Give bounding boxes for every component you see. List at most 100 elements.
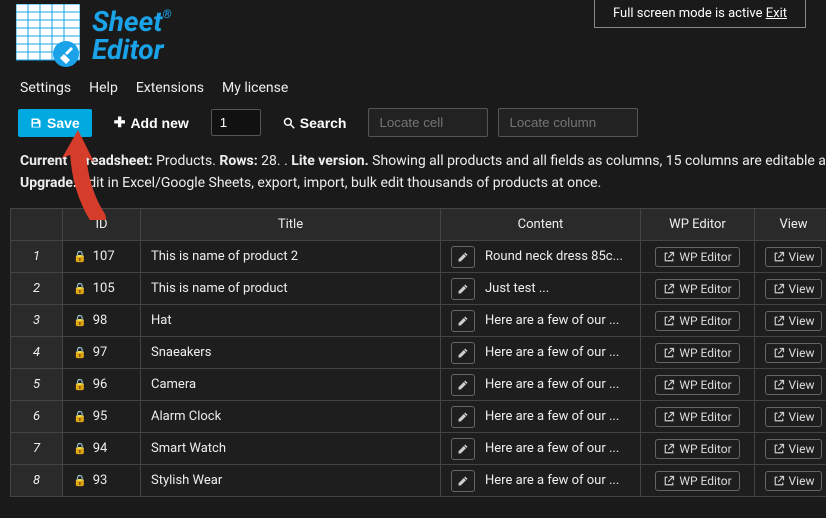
edit-content-button[interactable] bbox=[451, 406, 475, 428]
cell-wp-editor: WP Editor bbox=[641, 465, 755, 497]
edit-content-button[interactable] bbox=[451, 470, 475, 492]
menu-settings[interactable]: Settings bbox=[20, 80, 71, 96]
wp-editor-button[interactable]: WP Editor bbox=[655, 471, 739, 491]
cell-content[interactable]: Here are a few of our ... bbox=[441, 337, 641, 369]
cell-title[interactable]: Camera bbox=[141, 369, 441, 401]
wp-editor-button[interactable]: WP Editor bbox=[655, 439, 739, 459]
cell-content[interactable]: Here are a few of our ... bbox=[441, 401, 641, 433]
cell-id[interactable]: 🔒93 bbox=[63, 465, 141, 497]
save-button[interactable]: Save bbox=[18, 109, 92, 137]
col-content[interactable]: Content bbox=[441, 209, 641, 241]
row-number[interactable]: 5 bbox=[11, 369, 63, 401]
col-wp-editor[interactable]: WP Editor bbox=[641, 209, 755, 241]
cell-title[interactable]: Snaeakers bbox=[141, 337, 441, 369]
cell-view: View bbox=[755, 369, 826, 401]
locate-cell-input[interactable] bbox=[368, 108, 488, 137]
cell-id[interactable]: 🔒107 bbox=[63, 241, 141, 273]
cell-id[interactable]: 🔒94 bbox=[63, 433, 141, 465]
add-count-input[interactable] bbox=[211, 109, 261, 136]
add-new-button[interactable]: ✚ Add new bbox=[102, 108, 201, 137]
view-button[interactable]: View bbox=[765, 407, 823, 427]
table-row: 7🔒94Smart WatchHere are a few of our ...… bbox=[11, 433, 826, 465]
row-number[interactable]: 4 bbox=[11, 337, 63, 369]
search-icon bbox=[283, 117, 295, 129]
lock-icon: 🔒 bbox=[73, 474, 87, 487]
row-number[interactable]: 3 bbox=[11, 305, 63, 337]
corner-cell bbox=[11, 209, 63, 241]
wp-editor-button[interactable]: WP Editor bbox=[655, 279, 739, 299]
col-id[interactable]: ID bbox=[63, 209, 141, 241]
row-number[interactable]: 1 bbox=[11, 241, 63, 273]
edit-content-button[interactable] bbox=[451, 342, 475, 364]
view-button[interactable]: View bbox=[765, 439, 823, 459]
cell-title[interactable]: Smart Watch bbox=[141, 433, 441, 465]
cell-view: View bbox=[755, 465, 826, 497]
view-button[interactable]: View bbox=[765, 279, 823, 299]
table-row: 8🔒93Stylish WearHere are a few of our ..… bbox=[11, 465, 826, 497]
menu-bar: Settings Help Extensions My license bbox=[0, 74, 826, 104]
table-row: 1🔒107This is name of product 2Round neck… bbox=[11, 241, 826, 273]
menu-license[interactable]: My license bbox=[222, 80, 288, 96]
lock-icon: 🔒 bbox=[73, 250, 87, 263]
wp-editor-button[interactable]: WP Editor bbox=[655, 343, 739, 363]
lock-icon: 🔒 bbox=[73, 282, 87, 295]
col-view[interactable]: View bbox=[755, 209, 826, 241]
cell-content[interactable]: Here are a few of our ... bbox=[441, 465, 641, 497]
cell-content[interactable]: Here are a few of our ... bbox=[441, 369, 641, 401]
exit-fullscreen-link[interactable]: Exit bbox=[766, 6, 787, 21]
col-title[interactable]: Title bbox=[141, 209, 441, 241]
edit-content-button[interactable] bbox=[451, 374, 475, 396]
wp-editor-button[interactable]: WP Editor bbox=[655, 407, 739, 427]
lock-icon: 🔒 bbox=[73, 378, 87, 391]
cell-wp-editor: WP Editor bbox=[641, 241, 755, 273]
row-number[interactable]: 8 bbox=[11, 465, 63, 497]
lock-icon: 🔒 bbox=[73, 410, 87, 423]
plus-icon: ✚ bbox=[114, 114, 126, 131]
cell-title[interactable]: This is name of product 2 bbox=[141, 241, 441, 273]
table-row: 4🔒97SnaeakersHere are a few of our ... WP… bbox=[11, 337, 826, 369]
wp-editor-button[interactable]: WP Editor bbox=[655, 375, 739, 395]
row-number[interactable]: 6 bbox=[11, 401, 63, 433]
row-number[interactable]: 7 bbox=[11, 433, 63, 465]
view-button[interactable]: View bbox=[765, 343, 823, 363]
menu-help[interactable]: Help bbox=[89, 80, 118, 96]
row-number[interactable]: 2 bbox=[11, 273, 63, 305]
cell-id[interactable]: 🔒105 bbox=[63, 273, 141, 305]
cell-content[interactable]: Round neck dress 85c... bbox=[441, 241, 641, 273]
cell-id[interactable]: 🔒97 bbox=[63, 337, 141, 369]
cell-content[interactable]: Here are a few of our ... bbox=[441, 433, 641, 465]
cell-title[interactable]: Stylish Wear bbox=[141, 465, 441, 497]
edit-content-button[interactable] bbox=[451, 246, 475, 268]
toolbar: Save ✚ Add new Search bbox=[0, 104, 826, 147]
menu-extensions[interactable]: Extensions bbox=[136, 80, 204, 96]
view-button[interactable]: View bbox=[765, 247, 823, 267]
header-row: ID Title Content WP Editor View bbox=[11, 209, 826, 241]
cell-title[interactable]: Alarm Clock bbox=[141, 401, 441, 433]
cell-wp-editor: WP Editor bbox=[641, 273, 755, 305]
edit-content-button[interactable] bbox=[451, 438, 475, 460]
view-button[interactable]: View bbox=[765, 375, 823, 395]
cell-view: View bbox=[755, 401, 826, 433]
cell-id[interactable]: 🔒98 bbox=[63, 305, 141, 337]
edit-content-button[interactable] bbox=[451, 310, 475, 332]
view-button[interactable]: View bbox=[765, 471, 823, 491]
view-button[interactable]: View bbox=[765, 311, 823, 331]
wp-editor-button[interactable]: WP Editor bbox=[655, 247, 739, 267]
cell-view: View bbox=[755, 433, 826, 465]
cell-title[interactable]: Hat bbox=[141, 305, 441, 337]
locate-column-input[interactable] bbox=[498, 108, 638, 137]
cell-view: View bbox=[755, 337, 826, 369]
cell-view: View bbox=[755, 273, 826, 305]
search-button[interactable]: Search bbox=[271, 109, 359, 137]
cell-title[interactable]: This is name of product bbox=[141, 273, 441, 305]
cell-content[interactable]: Just test ... bbox=[441, 273, 641, 305]
wp-editor-button[interactable]: WP Editor bbox=[655, 311, 739, 331]
cell-content[interactable]: Here are a few of our ... bbox=[441, 305, 641, 337]
lock-icon: 🔒 bbox=[73, 346, 87, 359]
lock-icon: 🔒 bbox=[73, 442, 87, 455]
cell-id[interactable]: 🔒96 bbox=[63, 369, 141, 401]
edit-content-button[interactable] bbox=[451, 278, 475, 300]
fullscreen-notice: Full screen mode is active Exit bbox=[594, 0, 806, 28]
cell-id[interactable]: 🔒95 bbox=[63, 401, 141, 433]
info-bar: Current spreadsheet: Products. Rows: 28.… bbox=[0, 147, 826, 208]
